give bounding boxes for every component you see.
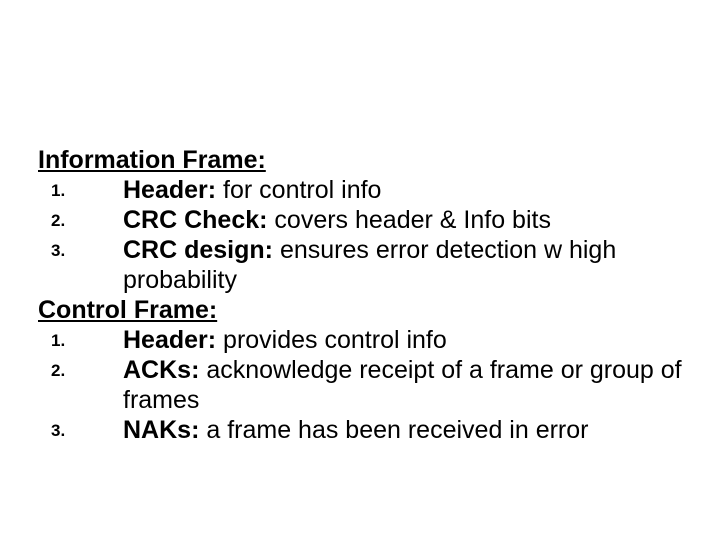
list-item: 1. Header: for control info xyxy=(38,175,690,205)
slide-content: Information Frame: 1. Header: for contro… xyxy=(38,145,690,445)
item-text: Header: provides control info xyxy=(123,325,690,355)
section2-list: 1. Header: provides control info 2. ACKs… xyxy=(38,325,690,445)
item-text: CRC Check: covers header & Info bits xyxy=(123,205,690,235)
item-number: 1. xyxy=(38,325,123,355)
item-text: Header: for control info xyxy=(123,175,690,205)
item-number: 2. xyxy=(38,205,123,235)
item-text: CRC design: ensures error detection w hi… xyxy=(123,235,690,295)
list-item: 1. Header: provides control info xyxy=(38,325,690,355)
section1-heading: Information Frame: xyxy=(38,145,690,175)
list-item: 3. CRC design: ensures error detection w… xyxy=(38,235,690,295)
list-item: 2. CRC Check: covers header & Info bits xyxy=(38,205,690,235)
item-text: ACKs: acknowledge receipt of a frame or … xyxy=(123,355,690,415)
section1-list: 1. Header: for control info 2. CRC Check… xyxy=(38,175,690,295)
section2-heading: Control Frame: xyxy=(38,295,690,325)
item-text: NAKs: a frame has been received in error xyxy=(123,415,690,445)
item-number: 3. xyxy=(38,235,123,295)
item-number: 2. xyxy=(38,355,123,415)
item-number: 3. xyxy=(38,415,123,445)
list-item: 2. ACKs: acknowledge receipt of a frame … xyxy=(38,355,690,415)
item-number: 1. xyxy=(38,175,123,205)
list-item: 3. NAKs: a frame has been received in er… xyxy=(38,415,690,445)
